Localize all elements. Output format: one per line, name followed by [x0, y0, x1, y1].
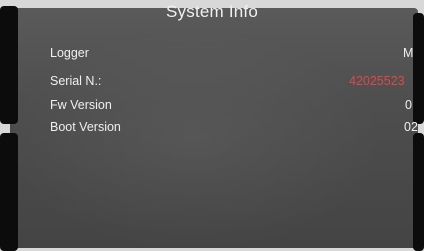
- logger-label: Logger: [50, 46, 89, 60]
- serial-number-value: 42025523: [349, 74, 405, 88]
- page-title: System Info: [166, 2, 258, 21]
- firmware-version-value: 0: [405, 98, 412, 112]
- firmware-version-label: Fw Version: [50, 98, 112, 112]
- logger-value: M: [403, 46, 414, 60]
- boot-version-value: 02: [404, 120, 418, 134]
- left-lower-bezel: [0, 133, 18, 251]
- right-upper-bezel: [413, 13, 424, 124]
- left-upper-bezel: [0, 6, 18, 124]
- serial-number-label: Serial N.:: [50, 74, 102, 88]
- right-lower-bezel: [413, 133, 424, 251]
- boot-version-label: Boot Version: [50, 120, 121, 134]
- device-frame: System Info Logger M Serial N.: 42025523…: [0, 0, 424, 251]
